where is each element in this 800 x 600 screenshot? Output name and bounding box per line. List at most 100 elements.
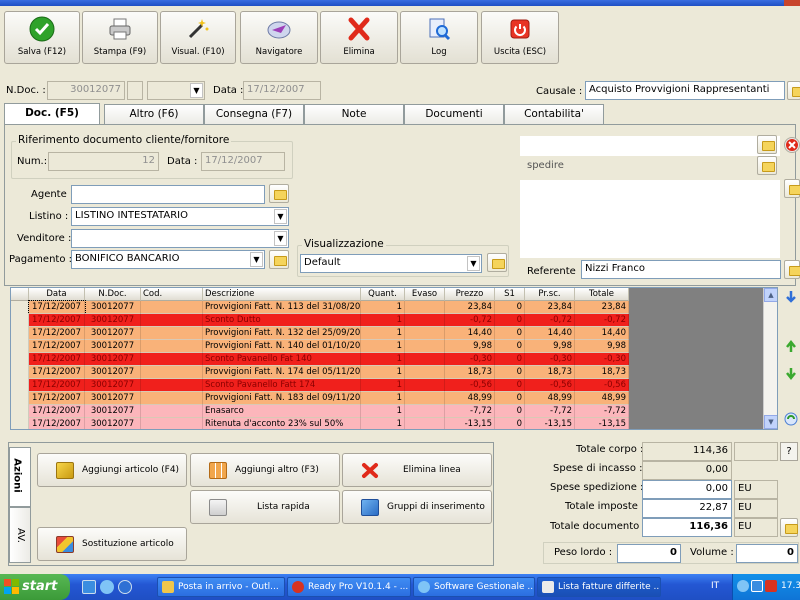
add-other-button[interactable]: Aggiungi altro (F3) xyxy=(190,453,340,487)
cell-cod[interactable] xyxy=(141,418,203,429)
col-header-data[interactable]: Data xyxy=(29,288,85,301)
cell-totale[interactable]: -13,15 xyxy=(575,418,629,429)
table-row[interactable]: 17/12/2007 30012077 Provvigioni Fatt. N. 1… xyxy=(11,366,629,379)
cell-cod[interactable] xyxy=(141,392,203,405)
cell-s1[interactable]: 0 xyxy=(495,405,525,418)
quicklaunch-outlook-icon[interactable] xyxy=(82,580,96,594)
cell-prsc[interactable]: 23,84 xyxy=(525,301,575,314)
cell-prezzo[interactable]: 9,98 xyxy=(445,340,495,353)
cell-totale[interactable]: 18,73 xyxy=(575,366,629,379)
cell-desc[interactable]: Provvigioni Fatt. N. 132 del 25/09/200..… xyxy=(203,327,361,340)
tab-doc[interactable]: Doc. (F5) xyxy=(4,103,100,125)
pagamento-folder-icon[interactable] xyxy=(269,250,289,269)
table-row[interactable]: 17/12/2007 30012077 Provvigioni Fatt. N. 1… xyxy=(11,340,629,353)
cell-quant[interactable]: 1 xyxy=(361,301,405,314)
col-header-cod[interactable]: Cod. xyxy=(141,288,203,301)
cell-desc[interactable]: Provvigioni Fatt. N. 113 del 31/08/200..… xyxy=(203,301,361,314)
taskbar-item-outlook[interactable]: Posta in arrivo - Outl... xyxy=(157,577,285,597)
cell-totale[interactable]: 23,84 xyxy=(575,301,629,314)
taskbar-item-lista-fatture[interactable]: Lista fatture differite ... xyxy=(537,577,661,597)
cell-cod[interactable] xyxy=(141,353,203,366)
language-indicator[interactable]: IT xyxy=(711,581,719,591)
cell-ndoc[interactable]: 30012077 xyxy=(85,301,141,314)
cell-desc[interactable]: Sconto Dutto xyxy=(203,314,361,327)
col-header-prsc[interactable]: Pr.sc. xyxy=(525,288,575,301)
cell-data[interactable]: 17/12/2007 xyxy=(29,418,85,429)
tab-contabilita[interactable]: Contabilita' xyxy=(504,104,604,124)
cell-evaso[interactable] xyxy=(405,418,445,429)
row-selector[interactable] xyxy=(11,301,29,314)
tray-sync-icon[interactable] xyxy=(751,580,763,592)
cell-s1[interactable]: 0 xyxy=(495,366,525,379)
ndoc-field[interactable]: 30012077 xyxy=(47,81,125,100)
print-button[interactable]: Stampa (F9) xyxy=(82,11,158,64)
cell-s1[interactable]: 0 xyxy=(495,301,525,314)
tray-network-icon[interactable] xyxy=(737,580,749,592)
col-header-totale[interactable]: Totale xyxy=(575,288,629,301)
move-up-icon[interactable] xyxy=(784,340,798,354)
scroll-up-icon[interactable]: ▲ xyxy=(764,288,777,302)
cell-evaso[interactable] xyxy=(405,379,445,392)
rif-date-field[interactable]: 17/12/2007 xyxy=(201,152,285,171)
table-row[interactable]: 17/12/2007 30012077 Provvigioni Fatt. N. 1… xyxy=(11,327,629,340)
venditore-select[interactable]: ▼ xyxy=(71,229,289,248)
navigator-button[interactable]: Navigatore xyxy=(240,11,318,64)
causale-field[interactable]: Acquisto Provvigioni Rappresentanti xyxy=(585,81,785,100)
cell-data[interactable]: 17/12/2007 xyxy=(29,327,85,340)
cell-desc[interactable]: Ritenuta d'acconto 23% sul 50% xyxy=(203,418,361,429)
cell-evaso[interactable] xyxy=(405,301,445,314)
cell-cod[interactable] xyxy=(141,327,203,340)
cell-desc[interactable]: Sconto Pavanello Fatt 174 xyxy=(203,379,361,392)
col-header-prezzo[interactable]: Prezzo xyxy=(445,288,495,301)
totale-documento-field[interactable]: 116,36 xyxy=(642,518,732,537)
cell-cod[interactable] xyxy=(141,379,203,392)
cell-totale[interactable]: 14,40 xyxy=(575,327,629,340)
cell-s1[interactable]: 0 xyxy=(495,314,525,327)
cell-prezzo[interactable]: -0,30 xyxy=(445,353,495,366)
table-row[interactable]: 17/12/2007 30012077 Sconto Pavanello Fat 1… xyxy=(11,353,629,366)
table-row[interactable]: 17/12/2007 30012077 Provvigioni Fatt. N. 1… xyxy=(11,300,629,315)
col-header-evaso[interactable]: Evaso xyxy=(405,288,445,301)
visual-folder-icon[interactable] xyxy=(487,253,507,272)
clock[interactable]: 17.39 xyxy=(781,581,800,591)
row-selector[interactable] xyxy=(11,366,29,379)
exit-button[interactable]: Uscita (ESC) xyxy=(481,11,559,64)
cell-s1[interactable]: 0 xyxy=(495,379,525,392)
cell-s1[interactable]: 0 xyxy=(495,353,525,366)
row-selector[interactable] xyxy=(11,418,29,429)
totale-corpo-field[interactable]: 114,36 xyxy=(642,442,732,461)
cell-prezzo[interactable]: 18,73 xyxy=(445,366,495,379)
cell-cod[interactable] xyxy=(141,366,203,379)
cell-prsc[interactable]: -7,72 xyxy=(525,405,575,418)
document-lines-grid[interactable]: Data N.Doc. Cod. Descrizione Quant. Evas… xyxy=(10,287,778,430)
col-header-s1[interactable]: S1 xyxy=(495,288,525,301)
table-row[interactable]: 17/12/2007 30012077 Ritenuta d'acconto 23%… xyxy=(11,418,629,429)
cell-quant[interactable]: 1 xyxy=(361,314,405,327)
cell-cod[interactable] xyxy=(141,301,203,314)
cell-desc[interactable]: Sconto Pavanello Fat 140 xyxy=(203,353,361,366)
cell-data[interactable]: 17/12/2007 xyxy=(29,366,85,379)
tab-av[interactable]: AV. xyxy=(9,507,31,563)
cell-quant[interactable]: 1 xyxy=(361,353,405,366)
documento-currency[interactable]: EU xyxy=(734,518,778,537)
zoom-icon[interactable] xyxy=(780,518,798,537)
agente-field[interactable] xyxy=(71,185,265,204)
address-folder-icon[interactable] xyxy=(784,179,800,198)
cell-prezzo[interactable]: -0,56 xyxy=(445,379,495,392)
taskbar-item-software[interactable]: Software Gestionale ... xyxy=(413,577,535,597)
col-header-ndoc[interactable]: N.Doc. xyxy=(85,288,141,301)
quicklaunch-ie-icon[interactable] xyxy=(100,580,114,594)
tab-azioni[interactable]: Azioni xyxy=(9,447,31,507)
view-button[interactable]: Visual. (F10) xyxy=(160,11,236,64)
cell-s1[interactable]: 0 xyxy=(495,340,525,353)
cell-prezzo[interactable]: 48,99 xyxy=(445,392,495,405)
cell-evaso[interactable] xyxy=(405,340,445,353)
cell-totale[interactable]: 48,99 xyxy=(575,392,629,405)
start-button[interactable]: start xyxy=(0,574,70,600)
cell-evaso[interactable] xyxy=(405,314,445,327)
col-header-desc[interactable]: Descrizione xyxy=(203,288,361,301)
spese-spedizione-field[interactable]: 0,00 xyxy=(642,480,732,499)
ndoc-series-select[interactable]: ▼ xyxy=(147,81,205,100)
clear-cliente-icon[interactable] xyxy=(784,137,800,153)
cell-ndoc[interactable]: 30012077 xyxy=(85,314,141,327)
